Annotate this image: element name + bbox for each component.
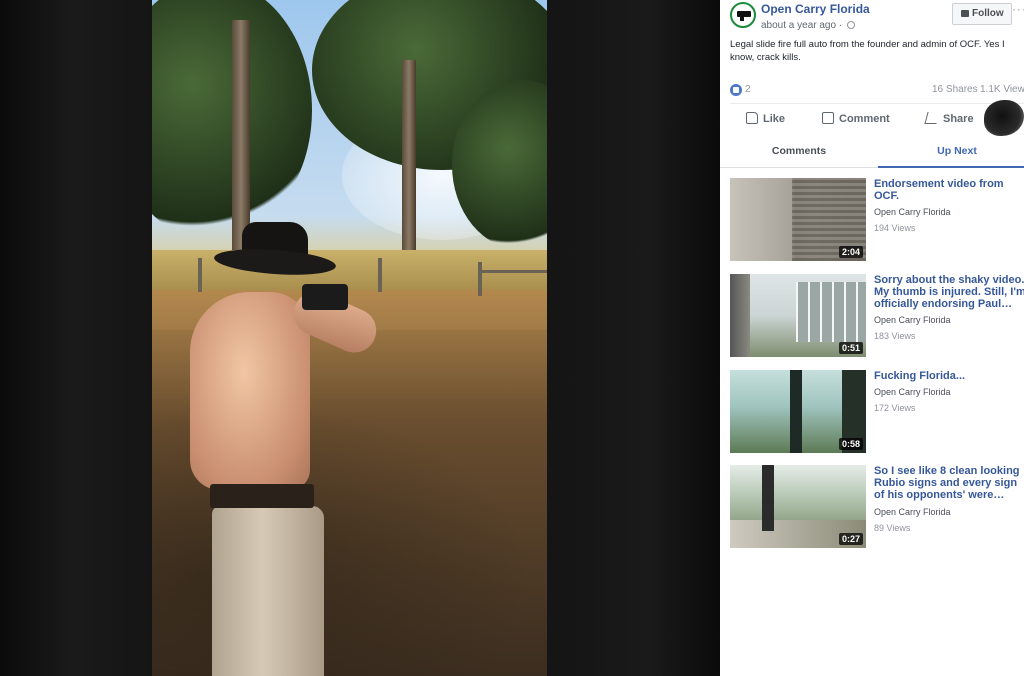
thumbnail-image — [796, 282, 866, 342]
thumbnail-image — [790, 370, 802, 453]
video-views: 172 Views — [874, 403, 916, 413]
post-text: Legal slide fire full auto from the foun… — [730, 39, 1005, 63]
up-next-item[interactable]: 2:04 Endorsement video from OCF. Open Ca… — [730, 178, 1024, 262]
person-belt — [210, 484, 314, 508]
panel-tabs: Comments Up Next — [720, 141, 1024, 168]
thumbs-up-icon — [746, 112, 758, 124]
video-title-link[interactable]: Sorry about the shaky video. My thumb is… — [874, 274, 1024, 310]
thumbnail-image — [762, 465, 774, 531]
video-channel[interactable]: Open Carry Florida — [874, 507, 951, 517]
like-button[interactable]: Like — [746, 112, 785, 125]
video-channel[interactable]: Open Carry Florida — [874, 387, 951, 397]
video-duration: 0:58 — [838, 438, 863, 450]
tab-up-next[interactable]: Up Next — [878, 141, 1024, 168]
comment-icon — [822, 112, 834, 124]
up-next-item[interactable]: 0:58 Fucking Florida... Open Carry Flori… — [730, 370, 1024, 454]
video-frame[interactable] — [152, 0, 547, 676]
up-next-item[interactable]: 0:51 Sorry about the shaky video. My thu… — [730, 274, 1024, 358]
like-count[interactable]: 2 — [745, 84, 751, 95]
share-icon — [924, 112, 940, 124]
like-reaction-icon[interactable] — [730, 84, 742, 96]
comment-label: Comment — [839, 113, 890, 125]
rifle — [302, 284, 348, 310]
follow-icon — [961, 10, 969, 17]
video-views: 194 Views — [874, 223, 916, 233]
fence-post — [198, 258, 202, 292]
person-pants — [212, 506, 324, 676]
pistol-grip-icon — [740, 15, 744, 21]
views-count: 1.1K Views — [980, 84, 1024, 95]
video-channel[interactable]: Open Carry Florida — [874, 207, 951, 217]
share-label: Share — [943, 113, 974, 125]
globe-icon — [846, 21, 855, 29]
follow-label: Follow — [972, 8, 1004, 19]
video-thumbnail[interactable]: 2:04 — [730, 178, 866, 261]
video-views: 183 Views — [874, 331, 916, 341]
post-timestamp[interactable]: about a year ago · — [761, 20, 855, 31]
video-duration: 0:27 — [838, 533, 863, 545]
page-avatar[interactable] — [730, 2, 756, 28]
like-label: Like — [763, 113, 786, 125]
video-title-link[interactable]: So I see like 8 clean looking Rubio sign… — [874, 465, 1024, 501]
video-title-link[interactable]: Endorsement video from OCF. — [874, 178, 1024, 202]
post-stats: 2 16 Shares 1.1K Views — [730, 84, 1024, 98]
divider — [730, 103, 1024, 104]
fence-post — [478, 262, 482, 296]
post-side-panel: Open Carry Florida about a year ago · Fo… — [720, 0, 1024, 676]
tab-comments[interactable]: Comments — [720, 141, 878, 168]
share-button[interactable]: Share — [924, 112, 974, 125]
post-header: Open Carry Florida about a year ago · Fo… — [730, 2, 1024, 38]
person-torso — [190, 292, 310, 490]
video-thumbnail[interactable]: 0:51 — [730, 274, 866, 357]
comment-button[interactable]: Comment — [822, 112, 890, 125]
video-duration: 2:04 — [838, 246, 863, 258]
follow-button[interactable]: Follow — [952, 3, 1012, 25]
video-channel[interactable]: Open Carry Florida — [874, 315, 951, 325]
video-thumbnail[interactable]: 0:27 — [730, 465, 866, 548]
video-views: 89 Views — [874, 523, 911, 533]
post-actions: Like Comment Share — [730, 106, 1024, 134]
thumbnail-image — [730, 274, 750, 357]
fence-rail — [478, 270, 547, 273]
shares-count[interactable]: 16 Shares — [932, 84, 978, 95]
more-options-icon[interactable]: ··· — [1012, 2, 1024, 16]
fence-post — [378, 258, 382, 292]
video-player[interactable] — [0, 0, 720, 676]
video-title-link[interactable]: Fucking Florida... — [874, 370, 1024, 382]
post-time-text: about a year ago · — [761, 20, 843, 31]
page-name-link[interactable]: Open Carry Florida — [761, 2, 870, 16]
video-thumbnail[interactable]: 0:58 — [730, 370, 866, 453]
video-duration: 0:51 — [838, 342, 863, 354]
up-next-item[interactable]: 0:27 So I see like 8 clean looking Rubio… — [730, 465, 1024, 549]
